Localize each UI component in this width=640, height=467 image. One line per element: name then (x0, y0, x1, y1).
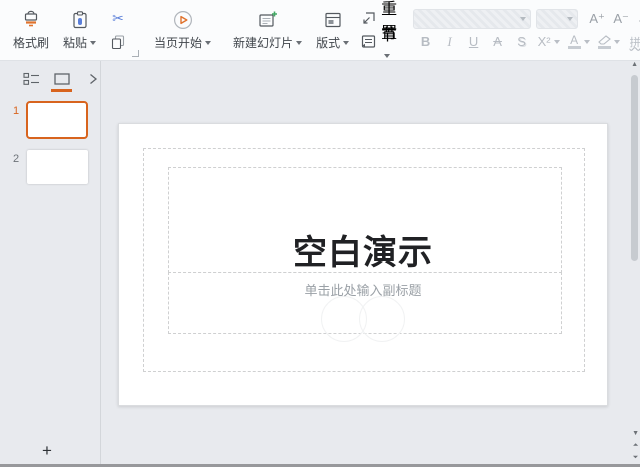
clipboard-group: 格式刷 粘贴 ✂ (6, 5, 140, 57)
strikethrough-button[interactable]: A (487, 31, 509, 52)
superscript-button[interactable]: X² (535, 31, 563, 52)
highlight-color-caret (613, 39, 620, 44)
text-shadow-icon: S (517, 34, 526, 49)
clear-format-button[interactable] (634, 8, 640, 29)
new-slide-button[interactable]: 新建幻灯片 (226, 6, 309, 55)
play-from-current-button[interactable]: 当页开始 (147, 6, 218, 55)
ribbon-toolbar: 格式刷 粘贴 ✂ 当页开始 新建幻灯片 版式 重置 节 A⁺ A⁻ B I U … (0, 0, 640, 61)
format-painter-label: 格式刷 (13, 36, 50, 50)
outline-view-icon (22, 72, 40, 86)
section-dropdown-caret (384, 53, 391, 58)
chevron-right-icon (88, 73, 98, 85)
play-from-current-label: 当页开始 (154, 36, 203, 50)
cut-button[interactable]: ✂ (107, 8, 129, 28)
font-color-caret (583, 39, 590, 44)
section-icon (360, 33, 377, 50)
add-slide-button[interactable]: + (38, 442, 56, 460)
cut-copy-stack: ✂ (103, 8, 133, 52)
paste-button[interactable]: 粘贴 (56, 6, 103, 55)
font-size-caret (567, 16, 574, 21)
decrease-font-size-icon: A⁻ (613, 10, 629, 26)
phonetic-guide-icon: 拼 (629, 36, 640, 49)
slide-1-thumbnail[interactable] (26, 101, 88, 139)
wps-presentation-window: 格式刷 粘贴 ✂ 当页开始 新建幻灯片 版式 重置 节 A⁺ A⁻ B I U … (0, 0, 640, 467)
italic-button[interactable]: I (439, 31, 461, 52)
phonetic-guide-button[interactable]: 拼 (625, 31, 640, 52)
section-label: 节 (381, 26, 398, 44)
scroll-down-button[interactable]: ▼ (632, 430, 639, 437)
slide-subtitle-placeholder-text[interactable]: 单击此处输入副标题 (119, 280, 607, 299)
reset-section-stack: 重置 节 (356, 1, 401, 58)
font-group: A⁺ A⁻ B I U A S X² A 拼 (409, 5, 640, 55)
format-painter-icon (20, 9, 42, 31)
slide-2-number: 2 (13, 153, 20, 165)
highlighter-icon (597, 34, 611, 45)
copy-icon (109, 33, 127, 51)
format-painter-button[interactable]: 格式刷 (6, 6, 56, 55)
new-slide-dropdown-caret (296, 40, 303, 45)
clipboard-dialog-launcher[interactable] (132, 50, 140, 57)
editing-canvas: 空白演示 单击此处输入副标题 ▲ ▼ ⏶ ⏷ (102, 61, 640, 464)
layout-icon (322, 9, 344, 31)
layout-label: 版式 (316, 36, 341, 50)
slide-1-number: 1 (13, 105, 20, 117)
tab-outline-view[interactable] (22, 69, 40, 89)
previous-slide-button[interactable]: ⏶ (632, 442, 639, 449)
bold-button[interactable]: B (415, 31, 437, 52)
slide-view-icon (54, 73, 70, 85)
slide-panel: 1 2 + (0, 61, 101, 464)
font-family-select[interactable] (413, 8, 532, 29)
new-slide-icon (257, 9, 279, 31)
increase-font-size-button[interactable]: A⁺ (586, 8, 608, 29)
font-family-caret (520, 16, 527, 21)
font-color-button[interactable]: A (565, 31, 593, 52)
new-slide-label: 新建幻灯片 (233, 36, 294, 50)
text-shadow-button[interactable]: S (511, 31, 533, 52)
tab-slide-view[interactable] (51, 69, 72, 92)
font-color-swatch (567, 45, 581, 49)
copy-button[interactable] (107, 32, 129, 52)
italic-icon: I (447, 33, 452, 49)
layout-button[interactable]: 版式 (309, 6, 356, 55)
section-button[interactable]: 节 (360, 26, 398, 58)
increase-font-size-icon: A⁺ (589, 10, 605, 26)
decrease-font-size-button[interactable]: A⁻ (610, 8, 632, 29)
play-dropdown-caret (205, 40, 212, 45)
next-slide-button[interactable]: ⏷ (632, 454, 639, 461)
paste-icon (69, 9, 91, 31)
scissors-icon: ✂ (112, 9, 124, 26)
slide-group: 新建幻灯片 版式 重置 节 (226, 1, 401, 58)
slide-title-text[interactable]: 空白演示 (119, 225, 607, 274)
underline-button[interactable]: U (463, 31, 485, 52)
scroll-up-button[interactable]: ▲ (631, 61, 638, 68)
paste-dropdown-caret (90, 40, 97, 45)
slide-editing-area[interactable]: 空白演示 单击此处输入副标题 (118, 123, 608, 406)
strikethrough-icon: A (493, 34, 502, 49)
slide-navigation-buttons: ▼ ⏶ ⏷ (632, 430, 639, 461)
highlight-color-swatch (597, 45, 611, 49)
active-tab-underline (51, 89, 72, 92)
superscript-icon: X² (537, 34, 551, 49)
reset-icon (360, 10, 377, 27)
panel-tabs (22, 69, 102, 92)
font-size-select[interactable] (536, 8, 579, 29)
play-group: 当页开始 (147, 5, 218, 55)
paste-label: 粘贴 (63, 36, 88, 50)
layout-dropdown-caret (343, 40, 350, 45)
eraser-icon (637, 10, 640, 27)
highlight-color-button[interactable] (595, 31, 623, 52)
bold-icon: B (420, 34, 431, 49)
watermark-circle (359, 296, 405, 342)
superscript-caret (553, 39, 560, 44)
slide-2-thumbnail[interactable] (27, 150, 88, 184)
underline-icon: U (468, 34, 479, 49)
font-color-icon: A (570, 32, 579, 47)
play-icon (172, 9, 194, 31)
vertical-scrollbar-thumb[interactable] (631, 75, 638, 261)
collapse-panel-button[interactable] (84, 69, 102, 89)
